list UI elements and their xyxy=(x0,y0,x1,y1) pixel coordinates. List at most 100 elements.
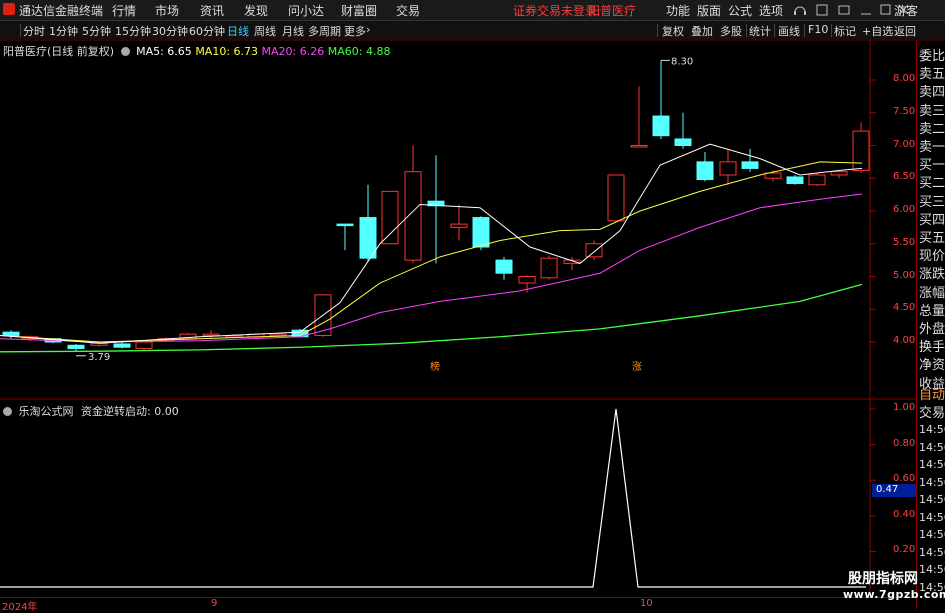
menu-faxian[interactable]: 发现 xyxy=(244,2,268,19)
maximize-icon[interactable] xyxy=(880,4,891,15)
headset-icon[interactable] xyxy=(794,6,806,15)
indicator-tick-label: 1.00 xyxy=(893,402,916,413)
period-weekly[interactable]: 周线 xyxy=(254,23,276,39)
price-tick-label: 6.50 xyxy=(893,171,916,183)
chevron-right-icon[interactable]: › xyxy=(366,23,370,36)
period-15min[interactable]: 15分钟 xyxy=(115,23,151,39)
candles xyxy=(2,60,870,352)
quote-row-label: 买一 xyxy=(919,158,945,174)
separator xyxy=(20,24,21,37)
quote-row-label: 卖五 xyxy=(919,67,945,83)
indicator-gridlines xyxy=(870,408,876,552)
quote-row-label: 买三 xyxy=(919,194,945,210)
candle-up xyxy=(585,243,603,258)
indicator-tick-label: 0.60 xyxy=(893,473,916,485)
guest-label[interactable]: 游客 xyxy=(894,2,918,19)
tick-time: 14:56 xyxy=(919,475,945,489)
app-title: 通达信金融终端 xyxy=(19,4,104,18)
time-label-oct: 10 xyxy=(640,598,653,609)
quote-row-label: 卖二 xyxy=(919,121,945,137)
ma20-line xyxy=(0,193,863,343)
candle-down xyxy=(2,331,20,336)
trade-tab[interactable]: 交易 xyxy=(919,402,945,421)
quote-row-label: 现价 xyxy=(919,249,945,265)
menu-banmian[interactable]: 版面 xyxy=(697,2,721,19)
price-tick-label: 5.50 xyxy=(893,236,916,248)
high-price-label: 8.30 xyxy=(671,56,693,67)
app-logo-icon xyxy=(3,3,15,15)
quote-row-label: 卖一 xyxy=(919,140,945,155)
action-diejia[interactable]: 叠加 xyxy=(691,23,713,39)
watermark-url: www.7gpzb.com xyxy=(843,588,945,601)
quote-row-label: 总量 xyxy=(919,303,945,319)
menu-gongshi[interactable]: 公式 xyxy=(728,2,752,19)
action-huaxian[interactable]: 画线 xyxy=(778,23,800,39)
period-daily[interactable]: 日线 xyxy=(227,23,249,39)
candle-up xyxy=(269,333,287,337)
login-status[interactable]: 证券交易未登录 xyxy=(513,2,597,19)
candle-down xyxy=(495,259,513,274)
ma10-line xyxy=(0,161,863,343)
period-monthly[interactable]: 月线 xyxy=(282,23,304,39)
menu-gongneng[interactable]: 功能 xyxy=(666,2,690,19)
candle-up xyxy=(450,223,468,228)
action-back[interactable]: 返回 xyxy=(894,23,916,39)
price-tick-label: 6.00 xyxy=(893,204,916,215)
candle-down xyxy=(336,223,354,227)
action-f10[interactable]: F10 xyxy=(808,23,828,36)
indicator-chart[interactable] xyxy=(0,400,916,597)
signal-marker-bang: 榜 xyxy=(430,360,440,373)
candle-down xyxy=(696,161,714,181)
price-tick-label: 7.50 xyxy=(893,105,916,117)
indicator-tick-label: 0.40 xyxy=(893,508,916,520)
price-tick-label: 4.00 xyxy=(893,335,916,346)
quote-row-label: 买二 xyxy=(919,176,945,192)
tick-time: 14:56 xyxy=(919,423,945,436)
skin-icon[interactable] xyxy=(816,4,828,16)
candle-up xyxy=(630,145,648,148)
period-5min[interactable]: 5分钟 xyxy=(82,23,111,39)
quote-row-label: 涨跌 xyxy=(919,267,945,283)
indicator-tick-label: 0.20 xyxy=(893,544,916,556)
message-icon[interactable] xyxy=(838,5,850,15)
watermark-title: 股朋指标网 xyxy=(848,571,918,587)
tick-time: 14:56 xyxy=(919,440,945,454)
period-60min[interactable]: 60分钟 xyxy=(189,23,225,39)
period-multi[interactable]: 多周期 xyxy=(308,23,341,39)
action-fuquan[interactable]: 复权 xyxy=(662,23,684,39)
price-gridlines xyxy=(870,79,876,343)
period-fenshi[interactable]: 分时 xyxy=(23,23,45,39)
menu-xuanxiang[interactable]: 选项 xyxy=(759,2,783,19)
candle-up xyxy=(852,130,870,171)
menu-shichang[interactable]: 市场 xyxy=(155,2,179,19)
indicator-current-value: 0.47 xyxy=(872,484,916,497)
signal-marker-zhang: 涨 xyxy=(632,361,642,373)
menu-caifuquan[interactable]: 财富圈 xyxy=(341,2,377,19)
candle-up xyxy=(540,257,558,279)
tick-time: 14:56 xyxy=(919,545,945,559)
action-biaoji[interactable]: 标记 xyxy=(834,23,856,39)
candle-up xyxy=(404,171,422,261)
quote-row-label: 卖三 xyxy=(919,103,945,119)
auto-tab[interactable]: 自动 xyxy=(919,384,945,403)
period-30min[interactable]: 30分钟 xyxy=(152,23,188,39)
separator xyxy=(657,24,658,37)
quote-row-label: 换手 xyxy=(919,340,945,356)
period-toolbar: 分时 1分钟 5分钟 15分钟 30分钟 60分钟 日线 周线 月线 多周期 更… xyxy=(0,21,945,41)
kline-chart[interactable]: 8.30 3.79 榜 涨 xyxy=(0,40,916,400)
action-tongji[interactable]: 统计 xyxy=(749,23,771,39)
menu-wenxiaoda[interactable]: 问小达 xyxy=(288,2,324,19)
period-more[interactable]: 更多 xyxy=(344,23,366,39)
period-1min[interactable]: 1分钟 xyxy=(49,23,78,39)
candle-up xyxy=(202,333,220,337)
candle-down xyxy=(67,344,85,350)
action-add-watchlist[interactable]: +自选 xyxy=(862,23,893,39)
menu-hangqing[interactable]: 行情 xyxy=(112,2,136,19)
tick-time: 14:56 xyxy=(919,510,945,524)
menu-jiaoyi[interactable]: 交易 xyxy=(396,2,420,19)
candle-down xyxy=(741,161,759,169)
indicator-tick-label: 0.80 xyxy=(893,437,916,449)
menu-zixun[interactable]: 资讯 xyxy=(200,2,224,19)
action-duogu[interactable]: 多股 xyxy=(720,23,742,39)
candle-down xyxy=(652,115,670,137)
